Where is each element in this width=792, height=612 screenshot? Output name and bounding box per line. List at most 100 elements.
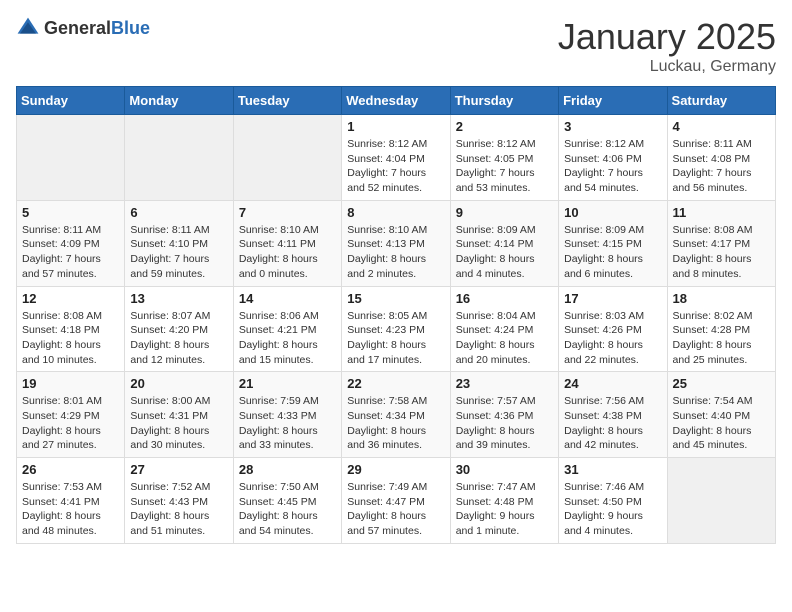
day-info: Sunrise: 8:09 AM Sunset: 4:14 PM Dayligh… (456, 223, 553, 282)
calendar-cell: 14Sunrise: 8:06 AM Sunset: 4:21 PM Dayli… (233, 286, 341, 372)
day-info: Sunrise: 7:50 AM Sunset: 4:45 PM Dayligh… (239, 480, 336, 539)
day-info: Sunrise: 8:08 AM Sunset: 4:18 PM Dayligh… (22, 309, 119, 368)
day-number: 18 (673, 291, 770, 306)
calendar-cell: 19 Sunrise: 8:01 AM Sunset: 4:29 PM Dayli… (17, 372, 125, 458)
day-number: 25 (673, 376, 770, 391)
day-number: 22 (347, 376, 444, 391)
day-info: Sunrise: 7:47 AM Sunset: 4:48 PM Dayligh… (456, 480, 553, 539)
calendar-cell: 21 Sunrise: 7:59 AM Sunset: 4:33 PM Dayli… (233, 372, 341, 458)
day-number: 29 (347, 462, 444, 477)
day-number: 15 (347, 291, 444, 306)
calendar-cell: 4Sunrise: 8:11 AM Sunset: 4:08 PM Daylig… (667, 115, 775, 201)
day-number: 11 (673, 205, 770, 220)
day-info: Sunrise: 7:53 AM Sunset: 4:41 PM Dayligh… (22, 480, 119, 539)
day-number: 12 (22, 291, 119, 306)
day-info: Sunrise: 8:02 AM Sunset: 4:28 PM Dayligh… (673, 309, 770, 368)
calendar-cell: 8 Sunrise: 8:10 AM Sunset: 4:13 PM Daylig… (342, 200, 450, 286)
logo-icon (16, 16, 40, 40)
day-number: 9 (456, 205, 553, 220)
day-info: Sunrise: 8:00 AM Sunset: 4:31 PM Dayligh… (130, 394, 227, 453)
month-title: January 2025 (558, 16, 776, 58)
day-number: 3 (564, 119, 661, 134)
calendar-cell: 31 Sunrise: 7:46 AM Sunset: 4:50 PM Dayli… (559, 458, 667, 544)
day-info: Sunrise: 8:10 AM Sunset: 4:11 PM Dayligh… (239, 223, 336, 282)
weekday-header-row: SundayMondayTuesdayWednesdayThursdayFrid… (17, 87, 776, 115)
day-info: Sunrise: 8:12 AM Sunset: 4:05 PM Dayligh… (456, 137, 553, 196)
calendar-cell: 3 Sunrise: 8:12 AM Sunset: 4:06 PM Daylig… (559, 115, 667, 201)
calendar-cell: 13 Sunrise: 8:07 AM Sunset: 4:20 PM Dayli… (125, 286, 233, 372)
calendar-cell: 24Sunrise: 7:56 AM Sunset: 4:38 PM Dayli… (559, 372, 667, 458)
day-info: Sunrise: 7:46 AM Sunset: 4:50 PM Dayligh… (564, 480, 661, 539)
calendar-cell: 12 Sunrise: 8:08 AM Sunset: 4:18 PM Dayli… (17, 286, 125, 372)
weekday-header-wednesday: Wednesday (342, 87, 450, 115)
weekday-header-saturday: Saturday (667, 87, 775, 115)
day-info: Sunrise: 8:12 AM Sunset: 4:04 PM Dayligh… (347, 137, 444, 196)
day-number: 30 (456, 462, 553, 477)
calendar-cell: 28Sunrise: 7:50 AM Sunset: 4:45 PM Dayli… (233, 458, 341, 544)
location-title: Luckau, Germany (558, 58, 776, 76)
calendar-cell: 29 Sunrise: 7:49 AM Sunset: 4:47 PM Dayli… (342, 458, 450, 544)
day-number: 31 (564, 462, 661, 477)
day-number: 8 (347, 205, 444, 220)
logo-text-blue: Blue (111, 18, 150, 38)
calendar-cell: 23Sunrise: 7:57 AM Sunset: 4:36 PM Dayli… (450, 372, 558, 458)
day-info: Sunrise: 8:11 AM Sunset: 4:08 PM Dayligh… (673, 137, 770, 196)
week-row-5: 26 Sunrise: 7:53 AM Sunset: 4:41 PM Dayli… (17, 458, 776, 544)
day-info: Sunrise: 7:49 AM Sunset: 4:47 PM Dayligh… (347, 480, 444, 539)
day-number: 16 (456, 291, 553, 306)
calendar-cell: 27 Sunrise: 7:52 AM Sunset: 4:43 PM Dayli… (125, 458, 233, 544)
day-info: Sunrise: 7:56 AM Sunset: 4:38 PM Dayligh… (564, 394, 661, 453)
calendar-cell (667, 458, 775, 544)
calendar-cell: 7Sunrise: 8:10 AM Sunset: 4:11 PM Daylig… (233, 200, 341, 286)
day-info: Sunrise: 7:54 AM Sunset: 4:40 PM Dayligh… (673, 394, 770, 453)
day-info: Sunrise: 8:10 AM Sunset: 4:13 PM Dayligh… (347, 223, 444, 282)
day-info: Sunrise: 8:11 AM Sunset: 4:09 PM Dayligh… (22, 223, 119, 282)
week-row-4: 19 Sunrise: 8:01 AM Sunset: 4:29 PM Dayli… (17, 372, 776, 458)
calendar-cell: 10Sunrise: 8:09 AM Sunset: 4:15 PM Dayli… (559, 200, 667, 286)
calendar-cell (125, 115, 233, 201)
day-number: 2 (456, 119, 553, 134)
week-row-1: 1Sunrise: 8:12 AM Sunset: 4:04 PM Daylig… (17, 115, 776, 201)
weekday-header-friday: Friday (559, 87, 667, 115)
day-number: 26 (22, 462, 119, 477)
day-info: Sunrise: 8:09 AM Sunset: 4:15 PM Dayligh… (564, 223, 661, 282)
calendar-cell: 18 Sunrise: 8:02 AM Sunset: 4:28 PM Dayli… (667, 286, 775, 372)
day-number: 13 (130, 291, 227, 306)
calendar-cell: 17Sunrise: 8:03 AM Sunset: 4:26 PM Dayli… (559, 286, 667, 372)
day-number: 19 (22, 376, 119, 391)
weekday-header-thursday: Thursday (450, 87, 558, 115)
calendar-cell: 26 Sunrise: 7:53 AM Sunset: 4:41 PM Dayli… (17, 458, 125, 544)
day-number: 21 (239, 376, 336, 391)
weekday-header-sunday: Sunday (17, 87, 125, 115)
calendar-cell: 1Sunrise: 8:12 AM Sunset: 4:04 PM Daylig… (342, 115, 450, 201)
day-number: 6 (130, 205, 227, 220)
day-info: Sunrise: 7:52 AM Sunset: 4:43 PM Dayligh… (130, 480, 227, 539)
day-info: Sunrise: 7:59 AM Sunset: 4:33 PM Dayligh… (239, 394, 336, 453)
day-number: 20 (130, 376, 227, 391)
weekday-header-monday: Monday (125, 87, 233, 115)
calendar-cell: 25 Sunrise: 7:54 AM Sunset: 4:40 PM Dayli… (667, 372, 775, 458)
day-info: Sunrise: 8:04 AM Sunset: 4:24 PM Dayligh… (456, 309, 553, 368)
day-number: 17 (564, 291, 661, 306)
page-header: GeneralBlue January 2025 Luckau, Germany (16, 16, 776, 76)
logo: GeneralBlue (16, 16, 150, 40)
title-area: January 2025 Luckau, Germany (558, 16, 776, 76)
day-info: Sunrise: 8:01 AM Sunset: 4:29 PM Dayligh… (22, 394, 119, 453)
day-number: 5 (22, 205, 119, 220)
calendar-cell: 30 Sunrise: 7:47 AM Sunset: 4:48 PM Dayli… (450, 458, 558, 544)
calendar-cell: 5 Sunrise: 8:11 AM Sunset: 4:09 PM Daylig… (17, 200, 125, 286)
day-number: 27 (130, 462, 227, 477)
day-info: Sunrise: 7:58 AM Sunset: 4:34 PM Dayligh… (347, 394, 444, 453)
calendar-cell (233, 115, 341, 201)
day-info: Sunrise: 8:12 AM Sunset: 4:06 PM Dayligh… (564, 137, 661, 196)
logo-text-general: General (44, 18, 111, 38)
week-row-2: 5 Sunrise: 8:11 AM Sunset: 4:09 PM Daylig… (17, 200, 776, 286)
calendar-cell: 16 Sunrise: 8:04 AM Sunset: 4:24 PM Dayli… (450, 286, 558, 372)
day-info: Sunrise: 8:08 AM Sunset: 4:17 PM Dayligh… (673, 223, 770, 282)
day-info: Sunrise: 8:11 AM Sunset: 4:10 PM Dayligh… (130, 223, 227, 282)
day-info: Sunrise: 7:57 AM Sunset: 4:36 PM Dayligh… (456, 394, 553, 453)
calendar-cell: 2 Sunrise: 8:12 AM Sunset: 4:05 PM Daylig… (450, 115, 558, 201)
day-info: Sunrise: 8:07 AM Sunset: 4:20 PM Dayligh… (130, 309, 227, 368)
weekday-header-tuesday: Tuesday (233, 87, 341, 115)
calendar-cell: 22 Sunrise: 7:58 AM Sunset: 4:34 PM Dayli… (342, 372, 450, 458)
